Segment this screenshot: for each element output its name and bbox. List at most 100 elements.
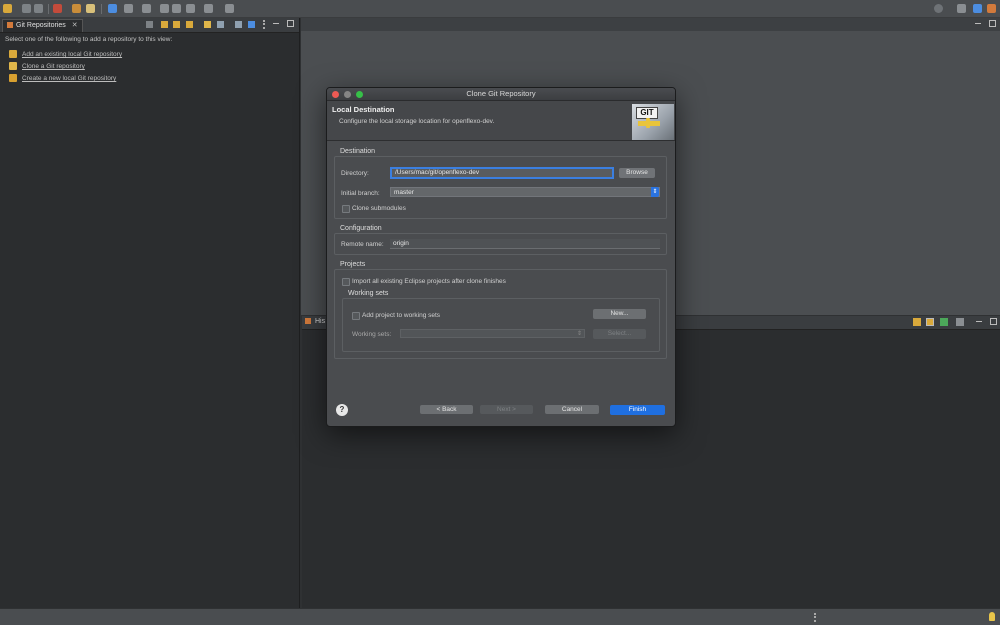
working-sets-select[interactable]: ⇕	[400, 329, 585, 338]
branch-icon[interactable]	[248, 21, 255, 28]
link-label: Create a new local Git repository	[22, 75, 117, 82]
new-icon[interactable]	[3, 4, 12, 13]
clone-repo-toolbar-icon[interactable]	[173, 21, 180, 28]
tab-history[interactable]: His	[315, 318, 325, 325]
git-perspective-icon[interactable]	[987, 4, 996, 13]
maximize-icon[interactable]	[989, 20, 996, 27]
forward-icon[interactable]	[204, 4, 213, 13]
wizard-page-subtitle: Configure the local storage location for…	[339, 118, 495, 125]
leftview-prompt: Select one of the following to add a rep…	[5, 36, 173, 43]
task-icon[interactable]	[225, 4, 234, 13]
link-editor-icon[interactable]	[913, 318, 921, 326]
debug-icon[interactable]	[53, 4, 62, 13]
working-sets-label: Working sets:	[352, 331, 392, 338]
add-to-working-sets-label: Add project to working sets	[362, 312, 441, 319]
link-selection-icon[interactable]	[926, 318, 934, 326]
initial-branch-label: Initial branch:	[341, 190, 380, 197]
show-all-icon[interactable]	[956, 318, 964, 326]
browse-button[interactable]: Browse	[619, 168, 655, 178]
clone-submodules-checkbox[interactable]	[342, 205, 350, 213]
minimize-icon[interactable]	[975, 23, 981, 24]
git-repositories-view	[0, 18, 300, 608]
link-add-existing-repo[interactable]: Add an existing local Git repository	[9, 49, 122, 60]
help-icon[interactable]: ?	[336, 404, 348, 416]
annotation-icon[interactable]	[124, 4, 133, 13]
open-perspective-icon[interactable]	[957, 4, 966, 13]
link-clone-repo[interactable]: Clone a Git repository	[9, 61, 85, 72]
add-repo-icon	[9, 50, 17, 59]
maximize-icon[interactable]	[990, 318, 997, 325]
minimize-icon[interactable]	[976, 321, 982, 322]
search-icon[interactable]	[934, 4, 943, 13]
clone-submodules-label: Clone submodules	[352, 205, 406, 212]
add-to-working-sets-checkbox[interactable]	[352, 312, 360, 320]
dialog-title: Clone Git Repository	[466, 89, 536, 98]
minimize-window-button[interactable]	[344, 91, 351, 98]
wizard-header: Local Destination Configure the local st…	[327, 101, 675, 141]
wizard-page-title: Local Destination	[332, 105, 395, 114]
git-logo-plug	[646, 118, 650, 128]
view-menu-icon[interactable]	[263, 20, 267, 29]
link-create-repo[interactable]: Create a new local Git repository	[9, 73, 116, 84]
back-button[interactable]: < Back	[420, 405, 473, 414]
status-menu-icon[interactable]	[814, 613, 818, 622]
initial-branch-select[interactable]: master ⇕	[390, 187, 660, 197]
editor-area-header	[301, 18, 1000, 31]
filter-icon[interactable]	[235, 21, 242, 28]
back-icon[interactable]	[186, 4, 195, 13]
collapse-all-icon[interactable]	[146, 21, 153, 28]
clone-repo-icon	[9, 62, 17, 71]
tab-label: Git Repositories	[16, 22, 66, 29]
configuration-group-title: Configuration	[340, 225, 382, 232]
add-repo-toolbar-icon[interactable]	[161, 21, 168, 28]
close-window-button[interactable]	[332, 91, 339, 98]
refresh-icon[interactable]	[204, 21, 211, 28]
close-icon[interactable]: ✕	[72, 22, 78, 29]
directory-label: Directory:	[341, 170, 369, 177]
forward-nav-icon[interactable]	[172, 4, 181, 13]
link-with-selection-icon[interactable]	[217, 21, 224, 28]
chevron-updown-icon: ⇕	[576, 331, 582, 337]
compare-mode-icon[interactable]	[940, 318, 948, 326]
back-nav-icon[interactable]	[160, 4, 169, 13]
finish-button[interactable]: Finish	[610, 405, 665, 415]
status-bar	[0, 609, 1000, 625]
create-repo-icon	[9, 74, 17, 83]
directory-input[interactable]: /Users/mac/git/openflexo-dev	[390, 167, 614, 179]
cancel-button[interactable]: Cancel	[545, 405, 599, 414]
open-type-icon[interactable]	[72, 4, 81, 13]
create-repo-toolbar-icon[interactable]	[186, 21, 193, 28]
minimize-icon[interactable]	[273, 23, 279, 24]
working-sets-group	[342, 298, 660, 352]
maximize-icon[interactable]	[287, 20, 294, 27]
select-working-sets-button[interactable]: Select...	[593, 329, 646, 339]
new-working-set-button[interactable]: New...	[593, 309, 646, 319]
link-label: Add an existing local Git repository	[22, 51, 123, 58]
save-icon[interactable]	[22, 4, 31, 13]
chevron-updown-icon: ⇕	[651, 187, 659, 197]
git-repositories-view-header: Git Repositories ✕	[0, 18, 299, 33]
save-all-icon[interactable]	[34, 4, 43, 13]
tip-bulb-icon[interactable]	[989, 612, 995, 621]
zoom-window-button[interactable]	[356, 91, 363, 98]
initial-branch-value: master	[394, 189, 414, 196]
remote-name-label: Remote name:	[341, 241, 384, 248]
import-projects-label: Import all existing Eclipse projects aft…	[352, 278, 506, 285]
java-perspective-icon[interactable]	[973, 4, 982, 13]
dialog-titlebar: Clone Git Repository	[327, 88, 675, 101]
pencil-icon[interactable]	[86, 4, 95, 13]
history-icon	[305, 318, 311, 324]
perspective-icon[interactable]	[108, 4, 117, 13]
clone-git-repository-dialog: Clone Git Repository Local Destination C…	[326, 87, 676, 427]
git-logo: GIT	[632, 104, 674, 140]
projects-group-title: Projects	[340, 261, 366, 268]
link-label: Clone a Git repository	[22, 63, 85, 70]
main-toolbar	[0, 0, 1000, 18]
tab-git-repositories[interactable]: Git Repositories ✕	[2, 19, 83, 32]
working-sets-group-title: Working sets	[348, 290, 389, 297]
pin-icon[interactable]	[142, 4, 151, 13]
import-projects-checkbox[interactable]	[342, 278, 350, 286]
remote-name-input[interactable]: origin	[390, 239, 660, 249]
git-repo-tab-icon	[7, 22, 13, 29]
next-button[interactable]: Next >	[480, 405, 533, 414]
